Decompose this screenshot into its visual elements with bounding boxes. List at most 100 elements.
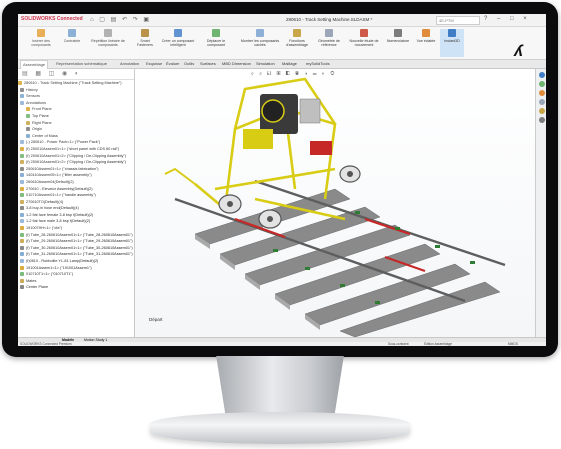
status-units[interactable]: MMGS [508, 342, 518, 346]
tab-tools[interactable]: Outils [182, 60, 196, 68]
tree-item[interactable]: 270610TO(Default)(4) [18, 199, 134, 206]
monitor-stand-base [150, 412, 410, 444]
mate-icon [68, 29, 76, 37]
tree-item[interactable]: 191001Assem1<1> ("191001Assem1") [18, 265, 134, 272]
component-icon [20, 285, 24, 290]
tree-item[interactable]: 010710Assem01<1> ("handle assembly") [18, 192, 134, 199]
instant3d-icon [448, 29, 456, 37]
tab-evaluate[interactable]: Évaluer [164, 60, 182, 68]
bom-button[interactable]: Nomenclature [384, 29, 412, 57]
tree-item[interactable]: 3-8 buy-in hose end(Default)(4) [18, 205, 134, 212]
tree-item[interactable]: (f)0610 - Rubbolite YL-81 Lamp(Default)(… [18, 258, 134, 265]
tree-item[interactable]: Front Plane [18, 106, 134, 113]
tree-item[interactable]: 250610Assem01<1> ("chassis fabrication") [18, 166, 134, 173]
tree-item-label: Top Plane [32, 113, 49, 118]
tree-item-label: Center Plane [26, 285, 49, 290]
smart-fasteners-button[interactable]: Smart Fasteners [132, 29, 158, 57]
tree-item[interactable]: 140410Assem05<1> ("lifter assembly") [18, 172, 134, 179]
tree-item[interactable]: Sensors [18, 93, 134, 100]
tree-item[interactable]: Annotations [18, 100, 134, 107]
solidworks-resources-icon[interactable] [538, 72, 545, 78]
move-icon [212, 29, 220, 37]
monitor-stand-neck [216, 356, 344, 414]
tree-item[interactable]: 191007HH<1> ("cfa") [18, 225, 134, 232]
quick-access-toolbar[interactable]: ⌂ ▢ ▤ ↶ ↷ ▣ [90, 16, 151, 23]
instant3d-button[interactable]: Instant3D [440, 29, 464, 57]
tree-item[interactable]: (f) 250010Assem01<1> ("short panel with … [18, 146, 134, 153]
tab-surfaces[interactable]: Surfaces [198, 60, 218, 68]
tree-root[interactable]: 280610 - Track Setting Machine ("Track S… [18, 80, 134, 87]
tree-toolbar[interactable]: ▤ ▦ ◫ ◉ ◐ [18, 69, 134, 80]
graphics-area[interactable]: ⌕ ⌕ ◱ ▣ ◧ ◉ ◑ ▭ ◐ ◎ Départ [135, 69, 535, 337]
tree-item[interactable]: Center of Mass [18, 133, 134, 140]
component-icon [20, 245, 24, 250]
motion-study-button[interactable]: Nouvelle étude de mouvement [346, 29, 382, 57]
mate-button[interactable]: Contrainte [60, 29, 84, 57]
app-logo[interactable]: SOLIDWORKS Connected [21, 16, 83, 22]
component-icon [20, 94, 24, 99]
assembly-model[interactable] [135, 69, 535, 337]
tree-item[interactable]: (f) 250610Assem01<2> ("Clipping / De-Cli… [18, 159, 134, 166]
tree-item[interactable]: 270610 - Elevator Assembly(Default)(2) [18, 186, 134, 193]
tree-item[interactable]: 260610Assem04(Default)(2) [18, 179, 134, 186]
plane-icon [325, 29, 333, 37]
tree-item-label: 1-2 flat face male 3-8 bsp f(Default)(2) [26, 219, 91, 224]
view-palette-icon[interactable] [538, 99, 545, 105]
component-icon [20, 272, 24, 277]
assembly-icon [18, 81, 22, 85]
fastener-icon [141, 29, 149, 37]
reference-geometry-button[interactable]: Géométrie de référence [314, 29, 344, 57]
motion-start-label: Départ [149, 317, 163, 322]
tree-item-label: 260610Assem04(Default)(2) [26, 179, 74, 184]
tree-item-label: History [26, 87, 38, 92]
tree-item[interactable]: (-) 280610 - Power Pack<1> ("Power Pack"… [18, 139, 134, 146]
custom-properties-icon[interactable] [538, 117, 545, 123]
search-input[interactable]: 4E-PTM [436, 16, 480, 25]
tree-item[interactable]: Center Plane [18, 284, 134, 291]
linear-pattern-button[interactable]: Répétition linéaire de composants [86, 29, 130, 57]
move-component-button[interactable]: Déplacer le composant [198, 29, 234, 57]
tree-item[interactable]: (f) Tube_31-260610Assem01<1> ("Tube_31-2… [18, 251, 134, 258]
tree-item[interactable]: 1-2 flat face female 3-8 bsp f(Default)(… [18, 212, 134, 219]
tree-item[interactable]: 1-2 flat face male 3-8 bsp f(Default)(2) [18, 218, 134, 225]
insert-components-button[interactable]: Insérer des composants [24, 29, 58, 57]
file-explorer-icon[interactable] [538, 90, 545, 96]
tree-item[interactable]: (f) 250610Assem01<2> ("Clipping / De-Cli… [18, 153, 134, 160]
tree-item-label: 191007HH<1> ("cfa") [26, 226, 63, 231]
tab-mesh[interactable]: Maillage [280, 60, 299, 68]
tree-item[interactable]: (f) Tube_28-260610Assem01<1> ("Tube_28-2… [18, 232, 134, 239]
tab-sketch[interactable]: Esquisse [144, 60, 164, 68]
tree-item[interactable]: Mates [18, 278, 134, 285]
tab-assembly[interactable]: Assemblage [20, 60, 49, 69]
component-icon [20, 232, 24, 237]
tab-mbd-dimension[interactable]: MBD Dimension [220, 60, 253, 68]
tree-item[interactable]: History [18, 87, 134, 94]
tree-item[interactable]: 010710T1<1> ("010710T1") [18, 271, 134, 278]
sleeper [274, 243, 441, 306]
tree-item[interactable]: Top Plane [18, 113, 134, 120]
appearances-icon[interactable] [538, 108, 545, 114]
component-icon [20, 179, 24, 184]
tree-item-label: Sensors [26, 94, 40, 99]
tree-item-label: (f) Tube_28-260610Assem01<1> ("Tube_28-2… [26, 232, 133, 237]
tree-item[interactable]: (f) Tube_29-260610Assem01<1> ("Tube_29-2… [18, 238, 134, 245]
tree-item-label: 010710Assem01<1> ("handle assembly") [26, 193, 96, 198]
tree-item[interactable]: (f) Tube_30-260610Assem01<1> ("Tube_30-2… [18, 245, 134, 252]
tab-schematic[interactable]: Représentation schématique [54, 60, 109, 68]
assembly-features-button[interactable]: Fonctions d'assemblage [282, 29, 312, 57]
tree-item[interactable]: Origin [18, 126, 134, 133]
window-controls[interactable]: ? – □ × [484, 16, 531, 22]
show-hidden-button[interactable]: Montrer les composants cachés [240, 29, 280, 57]
tab-simulation[interactable]: Simulation [254, 60, 277, 68]
design-library-icon[interactable] [538, 81, 545, 87]
tree-item-label: Front Plane [32, 107, 52, 112]
smart-component-button[interactable]: Créer un composant intelligent [160, 29, 196, 57]
tab-annotation[interactable]: Annotation [118, 60, 141, 68]
component-icon [20, 140, 24, 145]
status-constraint: Sous-contraint [388, 342, 409, 346]
status-bar: SOLIDWORKS Connected Premium Sous-contra… [18, 342, 546, 346]
features-icon [293, 29, 301, 37]
tab-mysolidtools[interactable]: mySolidTools [304, 60, 332, 68]
tree-item[interactable]: Right Plane [18, 120, 134, 127]
exploded-view-button[interactable]: Vue éclatée [414, 29, 438, 57]
